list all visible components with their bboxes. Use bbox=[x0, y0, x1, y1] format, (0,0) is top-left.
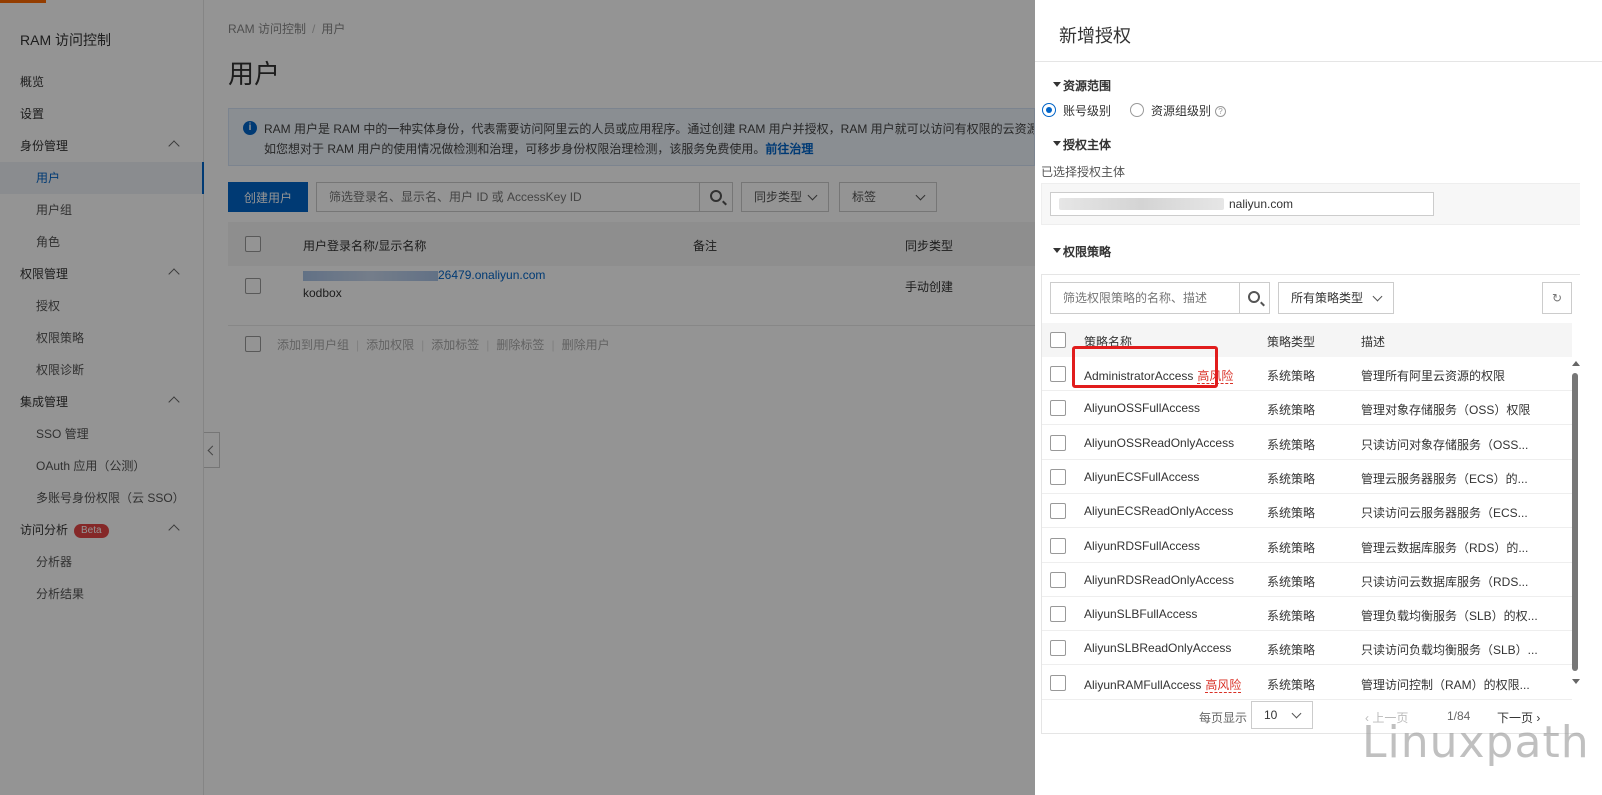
policy-type-select[interactable]: 所有策略类型 bbox=[1278, 282, 1394, 314]
policy-search-button[interactable] bbox=[1239, 282, 1270, 314]
policy-panel: 所有策略类型 ↻ 策略名称 策略类型 描述 AdministratorAcces… bbox=[1041, 274, 1580, 734]
scroll-thumb bbox=[1572, 373, 1578, 671]
policy-checkbox[interactable] bbox=[1050, 537, 1066, 554]
policy-name: AliyunSLBReadOnlyAccess bbox=[1084, 641, 1232, 656]
resource-scope-section[interactable]: 资源范围 bbox=[1053, 77, 1111, 94]
scope-resource-group-label[interactable]: 资源组级别? bbox=[1151, 102, 1227, 119]
table-row[interactable]: AliyunRDSFullAccess 系统策略 管理云数据库服务（RDS）的... bbox=[1042, 529, 1572, 563]
table-row[interactable]: AliyunRAMFullAccess 高风险 系统策略 管理访问控制（RAM）的权限… bbox=[1042, 666, 1572, 700]
policy-name: AliyunSLBFullAccess bbox=[1084, 607, 1198, 622]
caret-down-icon bbox=[1053, 248, 1061, 253]
policy-name: AliyunECSReadOnlyAccess bbox=[1084, 504, 1234, 519]
caret-down-icon bbox=[1053, 141, 1061, 146]
policy-checkbox[interactable] bbox=[1050, 606, 1066, 623]
policy-name: AliyunOSSFullAccess bbox=[1084, 401, 1201, 416]
table-row[interactable]: AliyunECSFullAccess 系统策略 管理云服务器服务（ECS）的... bbox=[1042, 460, 1572, 494]
principal-section[interactable]: 授权主体 bbox=[1053, 136, 1111, 153]
policy-checkbox[interactable] bbox=[1050, 640, 1066, 657]
policy-type: 系统策略 bbox=[1267, 369, 1316, 383]
drawer-title: 新增授权 bbox=[1059, 26, 1131, 46]
scroll-up-icon bbox=[1572, 361, 1580, 366]
policy-desc: 只读访问云数据库服务（RDS... bbox=[1361, 574, 1529, 589]
policy-search-input[interactable] bbox=[1050, 282, 1240, 314]
policy-checkbox[interactable] bbox=[1050, 674, 1066, 691]
policy-type: 系统策略 bbox=[1267, 540, 1316, 555]
highlight-annotation bbox=[1072, 346, 1218, 388]
scroll-down-icon bbox=[1572, 679, 1580, 684]
policy-checkbox[interactable] bbox=[1050, 503, 1066, 520]
policy-checkbox[interactable] bbox=[1050, 468, 1066, 485]
policy-checkbox[interactable] bbox=[1050, 434, 1066, 451]
policy-name: AliyunECSFullAccess bbox=[1084, 469, 1200, 484]
policy-desc: 管理对象存储服务（OSS）权限 bbox=[1361, 403, 1531, 418]
policy-type: 系统策略 bbox=[1267, 506, 1316, 521]
policy-desc: 管理访问控制（RAM）的权限... bbox=[1361, 677, 1530, 692]
search-icon bbox=[1248, 291, 1260, 303]
policy-desc: 管理云数据库服务（RDS）的... bbox=[1361, 540, 1529, 555]
help-icon[interactable]: ? bbox=[1215, 106, 1227, 118]
scope-account-label[interactable]: 账号级别 bbox=[1063, 102, 1111, 119]
policy-type: 系统策略 bbox=[1267, 677, 1316, 692]
policy-desc: 管理负载均衡服务（SLB）的权... bbox=[1361, 609, 1538, 624]
table-row[interactable]: AliyunSLBReadOnlyAccess 系统策略 只读访问负载均衡服务（SL… bbox=[1042, 631, 1572, 666]
policy-desc: 管理云服务器服务（ECS）的... bbox=[1361, 471, 1528, 486]
policy-checkbox[interactable] bbox=[1050, 571, 1066, 588]
col-policy-type: 策略类型 bbox=[1267, 335, 1316, 349]
table-row[interactable]: AliyunOSSFullAccess 系统策略 管理对象存储服务（OSS）权限 bbox=[1042, 391, 1572, 426]
caret-down-icon bbox=[1053, 82, 1061, 87]
per-page-select[interactable]: 10 bbox=[1251, 701, 1313, 729]
policy-name: AliyunRDSFullAccess bbox=[1084, 538, 1201, 553]
table-row[interactable]: AliyunRDSReadOnlyAccess 系统策略 只读访问云数据库服务（RD… bbox=[1042, 563, 1572, 597]
policy-checkbox[interactable] bbox=[1050, 366, 1066, 382]
principal-input[interactable]: naliyun.com bbox=[1050, 192, 1434, 216]
policy-checkbox[interactable] bbox=[1050, 400, 1066, 417]
chevron-down-icon bbox=[1372, 291, 1383, 302]
policy-name: AliyunRDSReadOnlyAccess bbox=[1084, 572, 1235, 587]
high-risk-label[interactable]: 高风险 bbox=[1205, 677, 1242, 693]
chevron-down-icon bbox=[1291, 708, 1302, 719]
table-row[interactable]: AliyunSLBFullAccess 系统策略 管理负载均衡服务（SLB）的权..… bbox=[1042, 597, 1572, 632]
principal-box: naliyun.com bbox=[1041, 183, 1580, 225]
refresh-icon: ↻ bbox=[1551, 291, 1563, 305]
policy-type: 系统策略 bbox=[1267, 643, 1316, 658]
policy-type: 系统策略 bbox=[1267, 437, 1316, 452]
policy-type: 系统策略 bbox=[1267, 609, 1316, 624]
policy-desc: 管理所有阿里云资源的权限 bbox=[1361, 369, 1506, 383]
selected-principal-label: 已选择授权主体 bbox=[1041, 165, 1126, 179]
col-policy-desc: 描述 bbox=[1361, 335, 1386, 349]
policy-desc: 只读访问负载均衡服务（SLB）... bbox=[1361, 643, 1538, 658]
scope-resource-group-radio[interactable] bbox=[1130, 103, 1144, 117]
drawer-divider bbox=[1035, 61, 1602, 62]
policy-type: 系统策略 bbox=[1267, 471, 1316, 486]
modal-overlay[interactable] bbox=[0, 0, 1035, 795]
table-row[interactable]: AliyunECSReadOnlyAccess 系统策略 只读访问云服务器服务（EC… bbox=[1042, 494, 1572, 529]
policy-desc: 只读访问云服务器服务（ECS... bbox=[1361, 506, 1528, 521]
refresh-button[interactable]: ↻ bbox=[1542, 282, 1572, 314]
policy-type: 系统策略 bbox=[1267, 574, 1316, 589]
policy-scrollbar[interactable] bbox=[1570, 357, 1580, 684]
policy-name: AliyunOSSReadOnlyAccess bbox=[1084, 435, 1235, 450]
policy-name: AliyunRAMFullAccess 高风险 bbox=[1084, 677, 1242, 693]
scope-account-radio[interactable] bbox=[1042, 103, 1056, 117]
per-page-label: 每页显示 bbox=[1199, 711, 1248, 725]
table-row[interactable]: AliyunOSSReadOnlyAccess 系统策略 只读访问对象存储服务（OS… bbox=[1042, 426, 1572, 460]
policy-type: 系统策略 bbox=[1267, 403, 1316, 418]
policy-select-all-checkbox[interactable] bbox=[1050, 332, 1066, 348]
policy-section[interactable]: 权限策略 bbox=[1053, 243, 1111, 260]
add-permission-drawer: 新增授权 资源范围 账号级别 资源组级别? 授权主体 已选择授权主体 naliy… bbox=[1035, 0, 1602, 795]
watermark: Linuxpath bbox=[1362, 717, 1590, 768]
redacted-mask bbox=[1059, 198, 1224, 210]
policy-desc: 只读访问对象存储服务（OSS... bbox=[1361, 437, 1529, 452]
